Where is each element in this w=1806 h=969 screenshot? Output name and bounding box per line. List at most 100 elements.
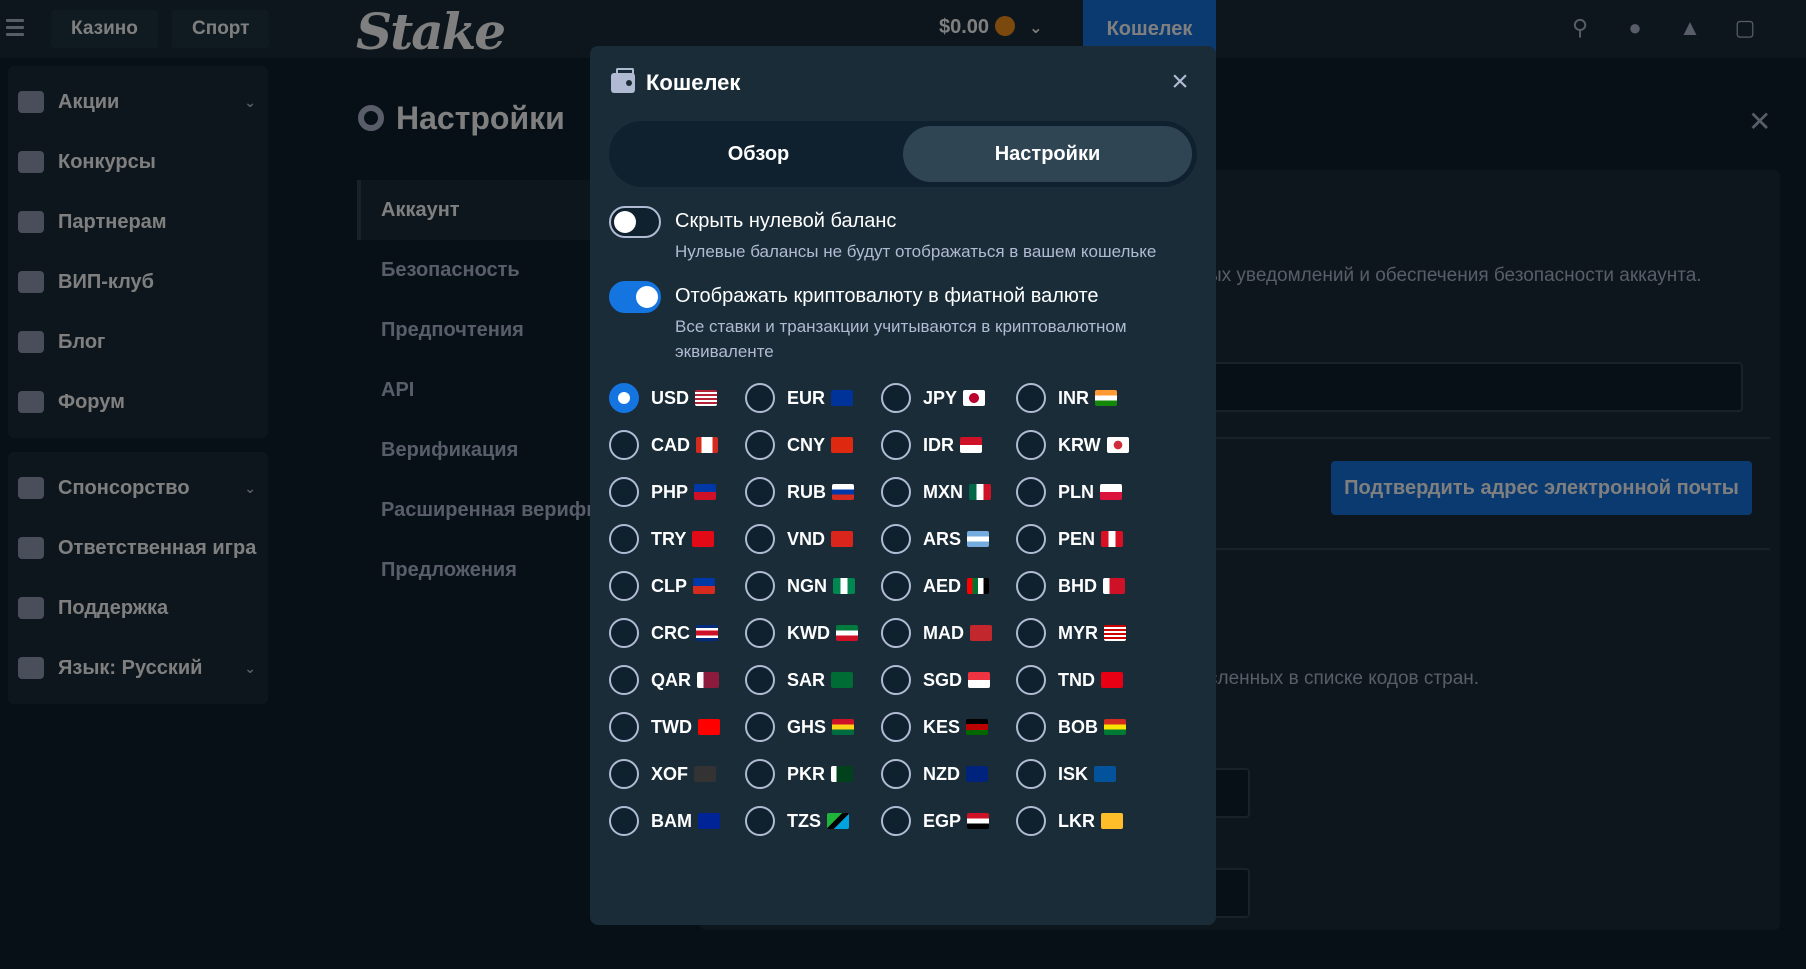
currency-radio[interactable] (745, 477, 775, 507)
currency-radio[interactable] (1016, 430, 1046, 460)
currency-code: INR (1058, 387, 1089, 408)
currency-option-try[interactable]: TRY (609, 519, 759, 559)
currency-option-ngn[interactable]: NGN (745, 566, 895, 606)
currency-radio[interactable] (881, 524, 911, 554)
currency-radio[interactable] (745, 430, 775, 460)
currency-radio[interactable] (745, 524, 775, 554)
currency-radio[interactable] (609, 759, 639, 789)
currency-option-xof[interactable]: XOF (609, 754, 759, 794)
currency-code: MXN (923, 481, 963, 502)
currency-option-ghs[interactable]: GHS (745, 707, 895, 747)
tab-overview[interactable]: Обзор (614, 126, 903, 182)
lkr-flag-icon (1101, 813, 1123, 829)
currency-option-aed[interactable]: AED (881, 566, 1031, 606)
tzs-flag-icon (827, 813, 849, 829)
currency-radio[interactable] (745, 571, 775, 601)
currency-radio[interactable] (745, 712, 775, 742)
currency-radio[interactable] (881, 712, 911, 742)
currency-option-mxn[interactable]: MXN (881, 472, 1031, 512)
display-fiat-description: Все ставки и транзакции учитываются в кр… (675, 317, 1127, 361)
currency-radio[interactable] (881, 430, 911, 460)
currency-option-cny[interactable]: CNY (745, 425, 895, 465)
currency-radio[interactable] (609, 477, 639, 507)
currency-radio[interactable] (745, 806, 775, 836)
currency-option-php[interactable]: PHP (609, 472, 759, 512)
rub-flag-icon (832, 484, 854, 500)
currency-option-qar[interactable]: QAR (609, 660, 759, 700)
currency-option-krw[interactable]: KRW (1016, 425, 1166, 465)
currency-option-kwd[interactable]: KWD (745, 613, 895, 653)
wallet-modal: Кошелек × Обзор Настройки Скрыть нулевой… (590, 46, 1216, 925)
currency-radio[interactable] (1016, 477, 1046, 507)
currency-option-tzs[interactable]: TZS (745, 801, 895, 841)
currency-option-egp[interactable]: EGP (881, 801, 1031, 841)
currency-radio[interactable] (745, 383, 775, 413)
currency-option-jpy[interactable]: JPY (881, 378, 1031, 418)
hide-zero-balance-toggle[interactable] (609, 206, 661, 238)
currency-radio[interactable] (881, 383, 911, 413)
currency-option-ars[interactable]: ARS (881, 519, 1031, 559)
currency-radio[interactable] (745, 618, 775, 648)
currency-option-vnd[interactable]: VND (745, 519, 895, 559)
display-fiat-toggle[interactable] (609, 281, 661, 313)
xof-flag-icon (694, 766, 717, 782)
currency-radio[interactable] (1016, 571, 1046, 601)
currency-radio[interactable] (1016, 759, 1046, 789)
currency-option-eur[interactable]: EUR (745, 378, 895, 418)
currency-option-tnd[interactable]: TND (1016, 660, 1166, 700)
currency-radio[interactable] (1016, 524, 1046, 554)
currency-option-twd[interactable]: TWD (609, 707, 759, 747)
currency-radio[interactable] (609, 430, 639, 460)
currency-radio[interactable] (609, 712, 639, 742)
currency-option-nzd[interactable]: NZD (881, 754, 1031, 794)
currency-radio[interactable] (609, 383, 639, 413)
close-icon[interactable]: × (1166, 67, 1194, 97)
currency-code: SGD (923, 669, 963, 690)
currency-radio[interactable] (1016, 618, 1046, 648)
currency-option-myr[interactable]: MYR (1016, 613, 1166, 653)
currency-option-sar[interactable]: SAR (745, 660, 895, 700)
currency-radio[interactable] (1016, 665, 1046, 695)
currency-option-pkr[interactable]: PKR (745, 754, 895, 794)
currency-radio[interactable] (745, 665, 775, 695)
ars-flag-icon (967, 531, 990, 547)
currency-radio[interactable] (609, 806, 639, 836)
kwd-flag-icon (836, 625, 858, 641)
currency-radio[interactable] (609, 571, 639, 601)
currency-code: TZS (787, 810, 821, 831)
currency-option-crc[interactable]: CRC (609, 613, 759, 653)
currency-option-isk[interactable]: ISK (1016, 754, 1166, 794)
currency-radio[interactable] (1016, 806, 1046, 836)
currency-option-bam[interactable]: BAM (609, 801, 759, 841)
currency-radio[interactable] (881, 806, 911, 836)
currency-radio[interactable] (881, 759, 911, 789)
currency-option-idr[interactable]: IDR (881, 425, 1031, 465)
currency-radio[interactable] (1016, 383, 1046, 413)
tab-settings[interactable]: Настройки (903, 126, 1192, 182)
currency-option-kes[interactable]: KES (881, 707, 1031, 747)
currency-option-bob[interactable]: BOB (1016, 707, 1166, 747)
currency-option-clp[interactable]: CLP (609, 566, 759, 606)
currency-option-lkr[interactable]: LKR (1016, 801, 1166, 841)
currency-code: BHD (1058, 575, 1097, 596)
currency-radio[interactable] (609, 665, 639, 695)
currency-radio[interactable] (1016, 712, 1046, 742)
currency-radio[interactable] (609, 618, 639, 648)
currency-option-sgd[interactable]: SGD (881, 660, 1031, 700)
currency-option-mad[interactable]: MAD (881, 613, 1031, 653)
currency-radio[interactable] (881, 665, 911, 695)
currency-option-pen[interactable]: PEN (1016, 519, 1166, 559)
currency-option-rub[interactable]: RUB (745, 472, 895, 512)
currency-radio[interactable] (881, 477, 911, 507)
currency-option-bhd[interactable]: BHD (1016, 566, 1166, 606)
currency-radio[interactable] (881, 571, 911, 601)
currency-radio[interactable] (745, 759, 775, 789)
currency-option-inr[interactable]: INR (1016, 378, 1166, 418)
ngn-flag-icon (833, 578, 855, 594)
currency-option-pln[interactable]: PLN (1016, 472, 1166, 512)
currency-option-cad[interactable]: CAD (609, 425, 759, 465)
currency-radio[interactable] (609, 524, 639, 554)
currency-code: CLP (651, 575, 687, 596)
currency-radio[interactable] (881, 618, 911, 648)
currency-option-usd[interactable]: USD (609, 378, 759, 418)
